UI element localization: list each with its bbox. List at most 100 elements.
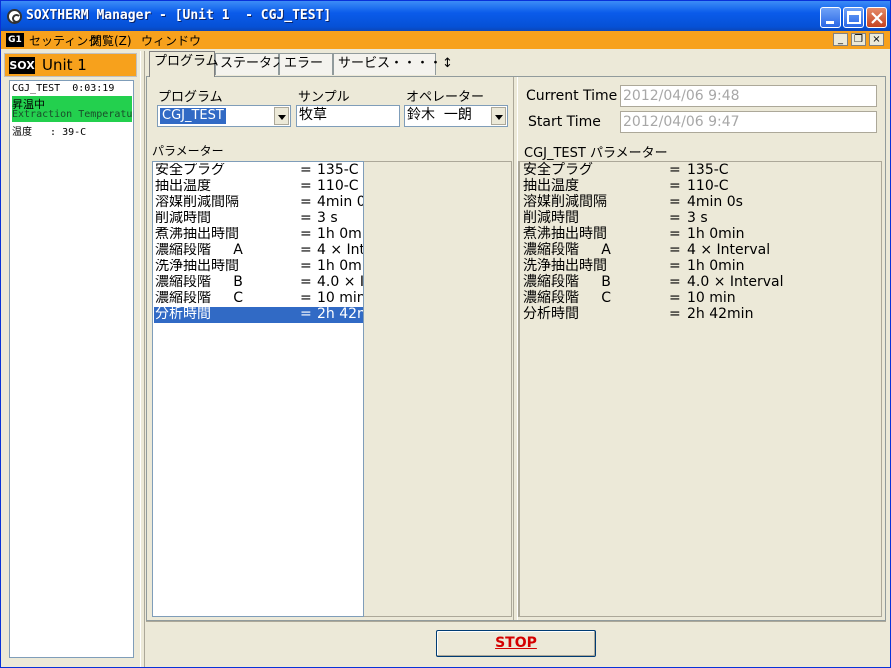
program-value: CGJ_TEST xyxy=(160,108,226,124)
parameter-name: 濃縮段階 B xyxy=(155,275,243,290)
right-parameter-row: 抽出温度 = 110-C xyxy=(523,179,881,195)
parameter-equals: = xyxy=(669,162,681,178)
parameter-equals: = xyxy=(300,179,312,194)
parameter-equals: = xyxy=(669,210,681,226)
parameter-value: 3 s xyxy=(687,210,708,226)
parameter-equals: = xyxy=(300,307,312,322)
menu-bar: G1 セッティング 閲覧(Z) ウィンドウ _ ❐ × xyxy=(1,31,890,49)
params-label: パラメーター xyxy=(152,144,224,158)
parameter-equals: = xyxy=(300,259,312,274)
parameter-equals: = xyxy=(669,226,681,242)
parameter-equals: = xyxy=(300,275,312,290)
program-select[interactable]: CGJ_TEST xyxy=(157,105,291,127)
parameter-row[interactable]: 洗浄抽出時間 = 1h 0min xyxy=(154,259,363,275)
window-title: SOXTHERM Manager - [Unit 1 - CGJ_TEST] xyxy=(26,8,332,23)
right-params-title: CGJ_TEST パラメーター xyxy=(524,146,668,161)
sox-logo: SOX xyxy=(9,57,35,74)
sample-field[interactable]: 牧草 xyxy=(296,105,400,127)
parameter-value: 4min 0s xyxy=(317,195,363,210)
operator-label: オペレーター xyxy=(406,90,485,105)
parameter-name: 分析時間 xyxy=(523,306,579,322)
mdi-restore-button[interactable]: ❐ xyxy=(851,33,866,46)
current-time-label: Current Time xyxy=(526,88,618,104)
parameter-list-blank-area xyxy=(364,161,512,617)
parameter-equals: = xyxy=(669,242,681,258)
parameter-name: 安全プラグ xyxy=(155,163,225,178)
parameter-row[interactable]: 削減時間 = 3 s xyxy=(154,211,363,227)
sample-label: サンプル xyxy=(298,90,350,105)
menu-window[interactable]: ウィンドウ xyxy=(141,32,201,49)
parameter-name: 煮沸抽出時間 xyxy=(523,226,607,242)
parameter-value: 10 min xyxy=(687,290,736,306)
parameter-value: 1h 0min xyxy=(317,259,363,274)
minimize-button[interactable] xyxy=(820,7,841,28)
parameter-value: 2h 42min xyxy=(317,307,363,322)
right-parameter-row: 濃縮段階 C = 10 min xyxy=(523,291,881,307)
unit-status-step: Extraction Temperature xyxy=(12,109,132,122)
parameter-equals: = xyxy=(300,227,312,242)
parameter-value: 4 × Interval xyxy=(317,243,363,258)
unit-header[interactable]: SOX Unit 1 xyxy=(4,53,137,77)
parameter-value: 110-C xyxy=(687,178,729,194)
parameter-row[interactable]: 濃縮段階 C = 10 min xyxy=(154,291,363,307)
parameter-row[interactable]: 濃縮段階 A = 4 × Interval xyxy=(154,243,363,259)
close-button[interactable] xyxy=(866,7,887,28)
parameter-name: 濃縮段階 A xyxy=(155,243,243,258)
parameter-list[interactable]: 安全プラグ = 135-C 抽出温度 = 110-C 溶媒削減間隔 = 4min 0s 削減時間 =… xyxy=(152,161,364,617)
parameter-equals: = xyxy=(300,211,312,226)
parameter-row[interactable]: 抽出温度 = 110-C xyxy=(154,179,363,195)
parameter-row[interactable]: 安全プラグ = 135-C xyxy=(154,163,363,179)
right-parameter-row: 煮沸抽出時間 = 1h 0min xyxy=(523,227,881,243)
mdi-child-icon[interactable]: G1 xyxy=(6,33,24,47)
parameter-name: 溶媒削減間隔 xyxy=(523,194,607,210)
parameter-name: 煮沸抽出時間 xyxy=(155,227,239,242)
menu-view[interactable]: 閲覧(Z) xyxy=(90,32,132,49)
start-time-field: 2012/04/06 9:47 xyxy=(620,111,877,133)
app-icon[interactable] xyxy=(7,9,22,24)
right-parameter-row: 溶媒削減間隔 = 4min 0s xyxy=(523,195,881,211)
tab-service[interactable]: サービス・・・・↕ xyxy=(333,53,453,75)
parameter-row[interactable]: 溶媒削減間隔 = 4min 0s xyxy=(154,195,363,211)
app-window: SOXTHERM Manager - [Unit 1 - CGJ_TEST] G… xyxy=(0,0,891,668)
parameter-equals: = xyxy=(669,306,681,322)
pane-splitter[interactable] xyxy=(140,51,145,667)
parameter-row[interactable]: 濃縮段階 B = 4.0 × Interval xyxy=(154,275,363,291)
operator-value: 鈴木 一朗 xyxy=(407,107,472,123)
operator-dropdown-icon[interactable] xyxy=(491,107,506,125)
right-parameter-row: 洗浄抽出時間 = 1h 0min xyxy=(523,259,881,275)
parameter-name: 削減時間 xyxy=(523,210,579,226)
mdi-close-button[interactable]: × xyxy=(869,33,884,46)
tab-status[interactable]: ステータス xyxy=(215,53,285,75)
parameter-name: 濃縮段階 C xyxy=(155,291,244,306)
parameter-equals: = xyxy=(300,195,312,210)
parameter-value: 110-C xyxy=(317,179,359,194)
right-parameter-row: 濃縮段階 A = 4 × Interval xyxy=(523,243,881,259)
tab-error[interactable]: エラー xyxy=(279,53,333,75)
parameter-row[interactable]: 分析時間 = 2h 42min xyxy=(154,307,363,323)
operator-select[interactable]: 鈴木 一朗 xyxy=(404,105,508,127)
right-parameter-panel: 安全プラグ = 135-C 抽出温度 = 110-C 溶媒削減間隔 = 4min 0s 削減時間 =… xyxy=(518,161,882,617)
parameter-name: 濃縮段階 C xyxy=(523,290,612,306)
parameter-equals: = xyxy=(669,258,681,274)
parameter-name: 抽出温度 xyxy=(523,178,579,194)
parameter-value: 4 × Interval xyxy=(687,242,771,258)
stop-button[interactable]: STOP xyxy=(436,630,596,657)
current-time-field: 2012/04/06 9:48 xyxy=(620,85,877,107)
parameter-equals: = xyxy=(669,290,681,306)
program-dropdown-icon[interactable] xyxy=(274,107,289,125)
title-bar[interactable]: SOXTHERM Manager - [Unit 1 - CGJ_TEST] xyxy=(1,1,890,31)
parameter-equals: = xyxy=(669,178,681,194)
unit-status-program: CGJ_TEST 0:03:19 xyxy=(12,83,115,94)
start-time-label: Start Time xyxy=(528,114,601,130)
parameter-name: 溶媒削減間隔 xyxy=(155,195,239,210)
parameter-value: 4.0 × Interval xyxy=(687,274,784,290)
parameter-equals: = xyxy=(300,163,312,178)
right-parameter-row: 削減時間 = 3 s xyxy=(523,211,881,227)
tab-program[interactable]: プログラム xyxy=(149,51,219,77)
parameter-name: 濃縮段階 A xyxy=(523,242,611,258)
parameter-row[interactable]: 煮沸抽出時間 = 1h 0min xyxy=(154,227,363,243)
parameter-value: 135-C xyxy=(687,162,729,178)
unit-status-panel[interactable]: CGJ_TEST 0:03:19 昇温中 Extraction Temperat… xyxy=(9,80,134,658)
mdi-minimize-button[interactable]: _ xyxy=(833,33,848,46)
maximize-button[interactable] xyxy=(843,7,864,28)
